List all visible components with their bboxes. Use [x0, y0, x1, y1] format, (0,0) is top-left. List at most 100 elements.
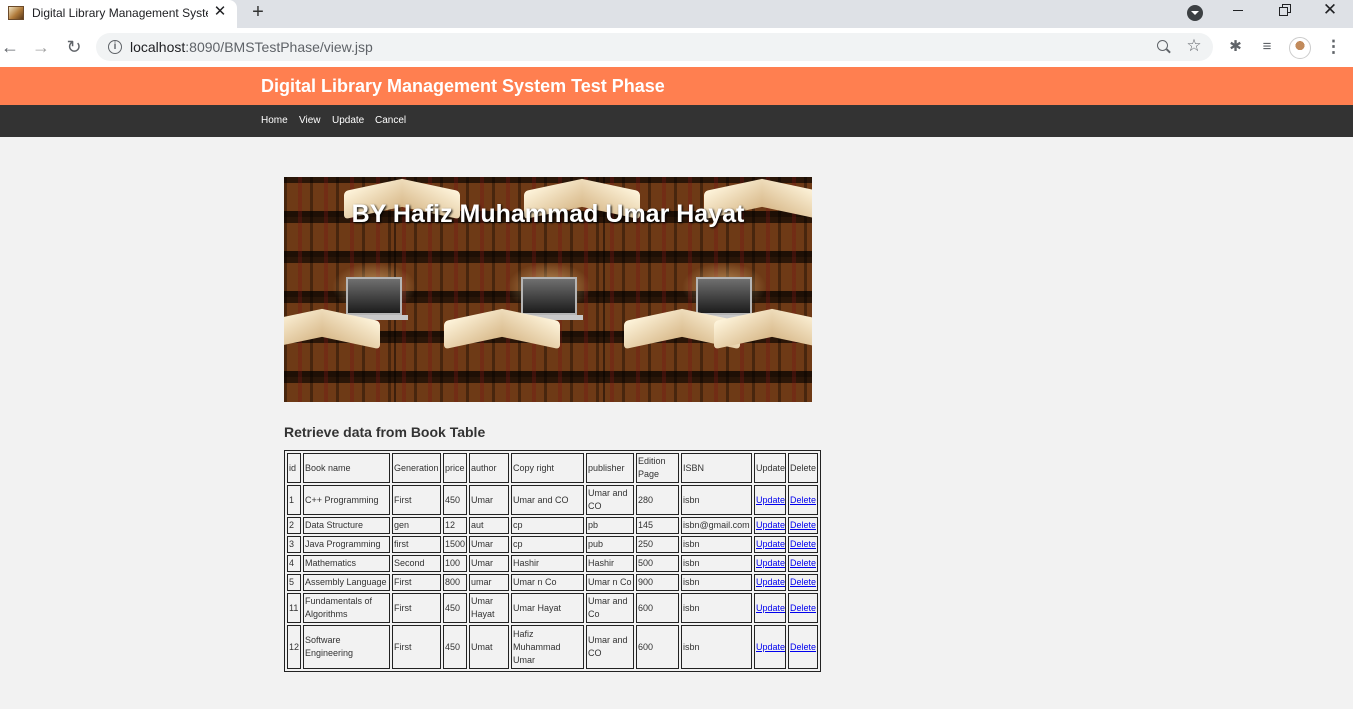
media-control-icon[interactable]: ≡	[1258, 39, 1276, 55]
cell-edition-page: 250	[636, 536, 679, 553]
cell-isbn: isbn	[681, 555, 752, 572]
nav-cancel-link[interactable]: Cancel	[375, 115, 406, 126]
browser-tab-strip: Digital Library Management System Test P…	[0, 0, 1353, 28]
cell-edition-page: 280	[636, 485, 679, 515]
table-row: 3 Java Programming first 1500 Umar cp pu…	[287, 536, 818, 553]
update-link[interactable]: Update	[756, 520, 785, 530]
bookmark-star-icon[interactable]: ☆	[1185, 37, 1203, 55]
update-link[interactable]: Update	[756, 603, 785, 613]
column-header: Delete	[788, 453, 818, 483]
delete-link[interactable]: Delete	[790, 577, 816, 587]
cell-delete: Delete	[788, 536, 818, 553]
cell-publisher: Umar and Co	[586, 593, 634, 623]
nav-view-link[interactable]: View	[299, 115, 321, 126]
extensions-puzzle-icon[interactable]: ✱	[1227, 38, 1244, 55]
cell-price: 800	[443, 574, 467, 591]
update-link[interactable]: Update	[756, 577, 785, 587]
browser-menu-icon[interactable]: ⋮	[1325, 38, 1342, 56]
nav-update-link[interactable]: Update	[332, 115, 364, 126]
cell-isbn: isbn	[681, 536, 752, 553]
cell-author: umar	[469, 574, 509, 591]
cell-isbn: isbn@gmail.com	[681, 517, 752, 534]
tab-search-icon[interactable]	[1187, 5, 1203, 21]
browser-tab[interactable]: Digital Library Management System Test P…	[0, 0, 237, 28]
reload-icon[interactable]: ↻	[64, 37, 84, 57]
cell-update: Update	[754, 555, 786, 572]
cell-book-name: Java Programming	[303, 536, 390, 553]
delete-link[interactable]: Delete	[790, 495, 816, 505]
update-link[interactable]: Update	[756, 539, 785, 549]
address-bar[interactable]: i localhost:8090/BMSTestPhase/view.jsp ☆	[96, 33, 1213, 61]
cell-delete: Delete	[788, 593, 818, 623]
update-link[interactable]: Update	[756, 642, 785, 652]
cell-price: 12	[443, 517, 467, 534]
delete-link[interactable]: Delete	[790, 539, 816, 549]
update-link[interactable]: Update	[756, 495, 785, 505]
site-header: Digital Library Management System Test P…	[0, 67, 1353, 105]
column-header: price	[443, 453, 467, 483]
zoom-icon[interactable]	[1157, 40, 1171, 54]
forward-icon[interactable]: →	[31, 37, 51, 57]
cell-publisher: Umar n Co	[586, 574, 634, 591]
cell-price: 450	[443, 593, 467, 623]
cell-price: 100	[443, 555, 467, 572]
cell-isbn: isbn	[681, 625, 752, 669]
new-tab-icon[interactable]: +	[249, 2, 267, 22]
table-row: 12 Software Engineering First 450 Umat H…	[287, 625, 818, 669]
cell-id: 11	[287, 593, 301, 623]
site-title: Digital Library Management System Test P…	[261, 76, 665, 96]
delete-link[interactable]: Delete	[790, 520, 816, 530]
table-row: 2 Data Structure gen 12 aut cp pb 145 is…	[287, 517, 818, 534]
delete-link[interactable]: Delete	[790, 642, 816, 652]
cell-book-name: Software Engineering	[303, 625, 390, 669]
cell-publisher: Hashir	[586, 555, 634, 572]
cell-id: 2	[287, 517, 301, 534]
cell-publisher: pub	[586, 536, 634, 553]
cell-delete: Delete	[788, 625, 818, 669]
cell-copyright: Umar n Co	[511, 574, 584, 591]
cell-id: 1	[287, 485, 301, 515]
table-row: 4 Mathematics Second 100 Umar Hashir Has…	[287, 555, 818, 572]
cell-author: aut	[469, 517, 509, 534]
cell-id: 4	[287, 555, 301, 572]
delete-link[interactable]: Delete	[790, 558, 816, 568]
column-header: Generation	[392, 453, 441, 483]
cell-update: Update	[754, 625, 786, 669]
cell-generation: First	[392, 574, 441, 591]
column-header: ISBN	[681, 453, 752, 483]
cell-edition-page: 900	[636, 574, 679, 591]
column-header: Update	[754, 453, 786, 483]
column-header: publisher	[586, 453, 634, 483]
cell-copyright: Hafiz Muhammad Umar	[511, 625, 584, 669]
cell-publisher: pb	[586, 517, 634, 534]
cell-book-name: Mathematics	[303, 555, 390, 572]
open-book-image	[714, 307, 812, 347]
cell-copyright: Hashir	[511, 555, 584, 572]
site-info-icon[interactable]: i	[108, 40, 122, 54]
nav-home-link[interactable]: Home	[261, 115, 288, 126]
cell-price: 450	[443, 485, 467, 515]
cell-update: Update	[754, 536, 786, 553]
cell-generation: First	[392, 485, 441, 515]
cell-edition-page: 500	[636, 555, 679, 572]
open-book-image	[284, 307, 382, 347]
library-favicon-icon	[8, 6, 24, 20]
cell-copyright: cp	[511, 517, 584, 534]
close-tab-icon[interactable]: ✕	[213, 4, 227, 19]
table-row: 11 Fundamentals of Algorithms First 450 …	[287, 593, 818, 623]
table-row: 1 C++ Programming First 450 Umar Umar an…	[287, 485, 818, 515]
open-book-image	[444, 307, 562, 347]
profile-avatar[interactable]	[1289, 37, 1311, 59]
cell-author: Umar	[469, 555, 509, 572]
column-header: author	[469, 453, 509, 483]
cell-update: Update	[754, 574, 786, 591]
library-banner-image: BY Hafiz Muhammad Umar Hayat	[284, 177, 812, 402]
update-link[interactable]: Update	[756, 558, 785, 568]
back-icon[interactable]: ←	[0, 37, 20, 57]
cell-delete: Delete	[788, 485, 818, 515]
restore-window-icon[interactable]	[1279, 4, 1291, 16]
close-window-icon[interactable]: ✕	[1322, 1, 1338, 19]
cell-edition-page: 145	[636, 517, 679, 534]
delete-link[interactable]: Delete	[790, 603, 816, 613]
minimize-window-icon[interactable]	[1231, 2, 1247, 18]
